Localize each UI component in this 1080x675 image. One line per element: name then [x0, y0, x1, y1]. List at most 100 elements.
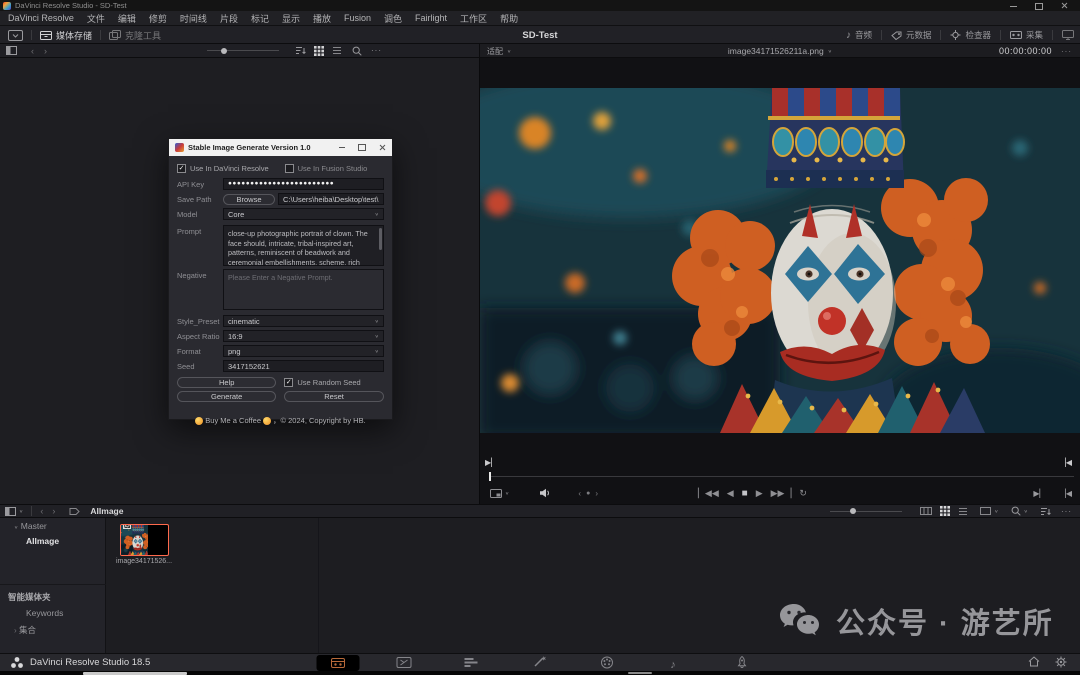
viewer-image[interactable] — [480, 88, 1080, 433]
options-icon[interactable]: ··· — [371, 46, 382, 55]
menu-item[interactable]: Fairlight — [415, 13, 447, 23]
taskbar-item[interactable] — [628, 672, 652, 674]
cleanfeed-monitor-icon[interactable] — [1062, 30, 1074, 40]
menu-item[interactable]: 片段 — [220, 12, 238, 25]
mark-in-icon[interactable]: ▶▏ — [485, 452, 497, 470]
search-icon[interactable] — [352, 46, 362, 56]
close-button[interactable] — [1061, 2, 1068, 9]
pool-sort-icon[interactable] — [1040, 507, 1051, 516]
page-media[interactable] — [317, 655, 360, 671]
volume-icon[interactable] — [539, 488, 552, 498]
clone-tool-button[interactable]: 克隆工具 — [109, 29, 161, 42]
playhead[interactable] — [489, 472, 491, 481]
dialog-maximize-button[interactable] — [358, 144, 366, 151]
bin-keywords[interactable]: Keywords — [26, 608, 63, 618]
aspect-ratio-dropdown[interactable]: 16:9 ∨ — [223, 330, 384, 342]
reset-button[interactable]: Reset — [284, 391, 383, 402]
menu-item[interactable]: 调色 — [384, 12, 402, 25]
pool-forward-button[interactable]: › — [52, 506, 55, 516]
chevron-down-icon[interactable]: ∨ — [19, 509, 23, 514]
maximize-button[interactable] — [1035, 3, 1043, 10]
generate-button[interactable]: Generate — [177, 391, 276, 402]
first-frame-button[interactable]: ▏◀◀ — [698, 488, 719, 499]
taskbar-active-app[interactable] — [83, 672, 187, 675]
dialog-minimize-button[interactable] — [339, 147, 345, 148]
bin-master[interactable]: ∨ Master — [14, 521, 47, 531]
menu-item[interactable]: 修剪 — [149, 12, 167, 25]
minimize-button[interactable] — [1010, 6, 1017, 7]
dialog-close-button[interactable] — [379, 144, 386, 151]
home-icon[interactable] — [1028, 656, 1040, 667]
back-button[interactable]: ‹ — [31, 46, 34, 56]
menu-item[interactable]: DaVinci Resolve — [8, 13, 74, 23]
viewer-zoom-dropdown[interactable]: 适配 ∨ — [487, 44, 511, 58]
use-in-fusion-checkbox[interactable]: Use In Fusion Studio — [285, 164, 368, 173]
play-button[interactable]: ▶ — [756, 488, 763, 499]
metadata-panel-button[interactable]: 元数据 — [891, 29, 932, 41]
panel-toggle-icon[interactable] — [6, 46, 17, 55]
page-deliver[interactable] — [736, 656, 748, 668]
pool-back-button[interactable]: ‹ — [40, 506, 43, 516]
page-color[interactable] — [601, 656, 614, 669]
scrollbar[interactable] — [379, 228, 382, 250]
menu-item[interactable]: 播放 — [313, 12, 331, 25]
viewer-mode-dropdown[interactable]: ∨ — [490, 489, 509, 498]
viewer-scrubber[interactable] — [489, 476, 1074, 477]
grid-view-icon[interactable] — [314, 46, 324, 56]
inspector-panel-button[interactable]: 检查器 — [950, 29, 991, 41]
menu-item[interactable]: 时间线 — [180, 12, 207, 25]
menu-item[interactable]: 工作区 — [460, 12, 487, 25]
viewer-options-icon[interactable]: ··· — [1061, 47, 1072, 56]
goto-in-icon[interactable]: ▶▏ — [1033, 489, 1045, 498]
pool-list-view-icon[interactable] — [958, 507, 968, 516]
use-random-seed-checkbox[interactable]: Use Random Seed — [284, 378, 360, 387]
menu-item[interactable]: 标记 — [251, 12, 269, 25]
pool-thumb-slider[interactable] — [830, 511, 902, 512]
loop-button[interactable]: ↻ — [799, 488, 807, 499]
pool-search-dropdown[interactable]: ∨ — [1011, 506, 1028, 516]
format-dropdown[interactable]: png ∨ — [223, 345, 384, 357]
settings-gear-icon[interactable] — [1055, 656, 1067, 668]
bin-aiimage[interactable]: AIImage — [26, 536, 59, 546]
last-frame-button[interactable]: ▶▶▕ — [771, 488, 792, 499]
bin-collections[interactable]: › 集合 — [14, 624, 36, 636]
pool-grid-view-icon[interactable] — [940, 506, 950, 516]
capture-panel-button[interactable]: 采集 — [1010, 29, 1043, 41]
filmstrip-view-icon[interactable] — [920, 507, 932, 515]
menu-item[interactable]: 显示 — [282, 12, 300, 25]
stop-button[interactable]: ■ — [742, 488, 748, 499]
menu-item[interactable]: Fusion — [344, 13, 371, 23]
jog-control[interactable]: ‹●› — [578, 489, 598, 498]
forward-button[interactable]: › — [44, 46, 47, 56]
style-preset-dropdown[interactable]: cinematic ∨ — [223, 315, 384, 327]
menu-item[interactable]: 编辑 — [118, 12, 136, 25]
dialog-title-bar[interactable]: Stable Image Generate Version 1.0 — [169, 139, 392, 156]
menu-item[interactable]: 文件 — [87, 12, 105, 25]
browse-button[interactable]: Browse — [223, 194, 275, 205]
page-fusion[interactable] — [533, 656, 547, 668]
save-path-input[interactable]: C:\Users\heiba\Desktop\test\ — [278, 193, 384, 205]
negative-textarea[interactable]: Please Enter a Negative Prompt. — [223, 269, 384, 310]
thumbnail-size-slider[interactable] — [207, 50, 279, 51]
audio-panel-button[interactable]: ♪ 音频 — [846, 29, 872, 41]
model-dropdown[interactable]: Core ∨ — [223, 208, 384, 220]
api-key-input[interactable]: ●●●●●●●●●●●●●●●●●●●●●●●● — [223, 178, 384, 190]
goto-out-icon[interactable]: ▕◀ — [1060, 489, 1072, 498]
page-edit[interactable] — [464, 657, 479, 668]
pool-filter-dropdown[interactable]: ∨ — [980, 507, 998, 515]
page-cut[interactable] — [397, 657, 412, 668]
sort-icon[interactable] — [295, 46, 306, 55]
bin-tag-icon[interactable] — [69, 507, 80, 516]
prompt-textarea[interactable]: close-up photographic portrait of clown.… — [223, 225, 384, 266]
seed-input[interactable]: 3417152621 — [223, 360, 384, 372]
panel-select-button[interactable] — [8, 30, 23, 41]
pool-panel-toggle-icon[interactable] — [5, 507, 16, 516]
slider-knob[interactable] — [850, 508, 856, 514]
use-in-resolve-checkbox[interactable]: Use In DaVinci Resolve — [177, 164, 285, 173]
list-view-icon[interactable] — [332, 46, 342, 55]
pool-options-icon[interactable]: ··· — [1061, 507, 1072, 516]
menu-item[interactable]: 帮助 — [500, 12, 518, 25]
play-reverse-button[interactable]: ◀ — [727, 488, 734, 499]
mark-out-icon[interactable]: ▕◀ — [1060, 452, 1072, 470]
slider-knob[interactable] — [221, 48, 227, 54]
